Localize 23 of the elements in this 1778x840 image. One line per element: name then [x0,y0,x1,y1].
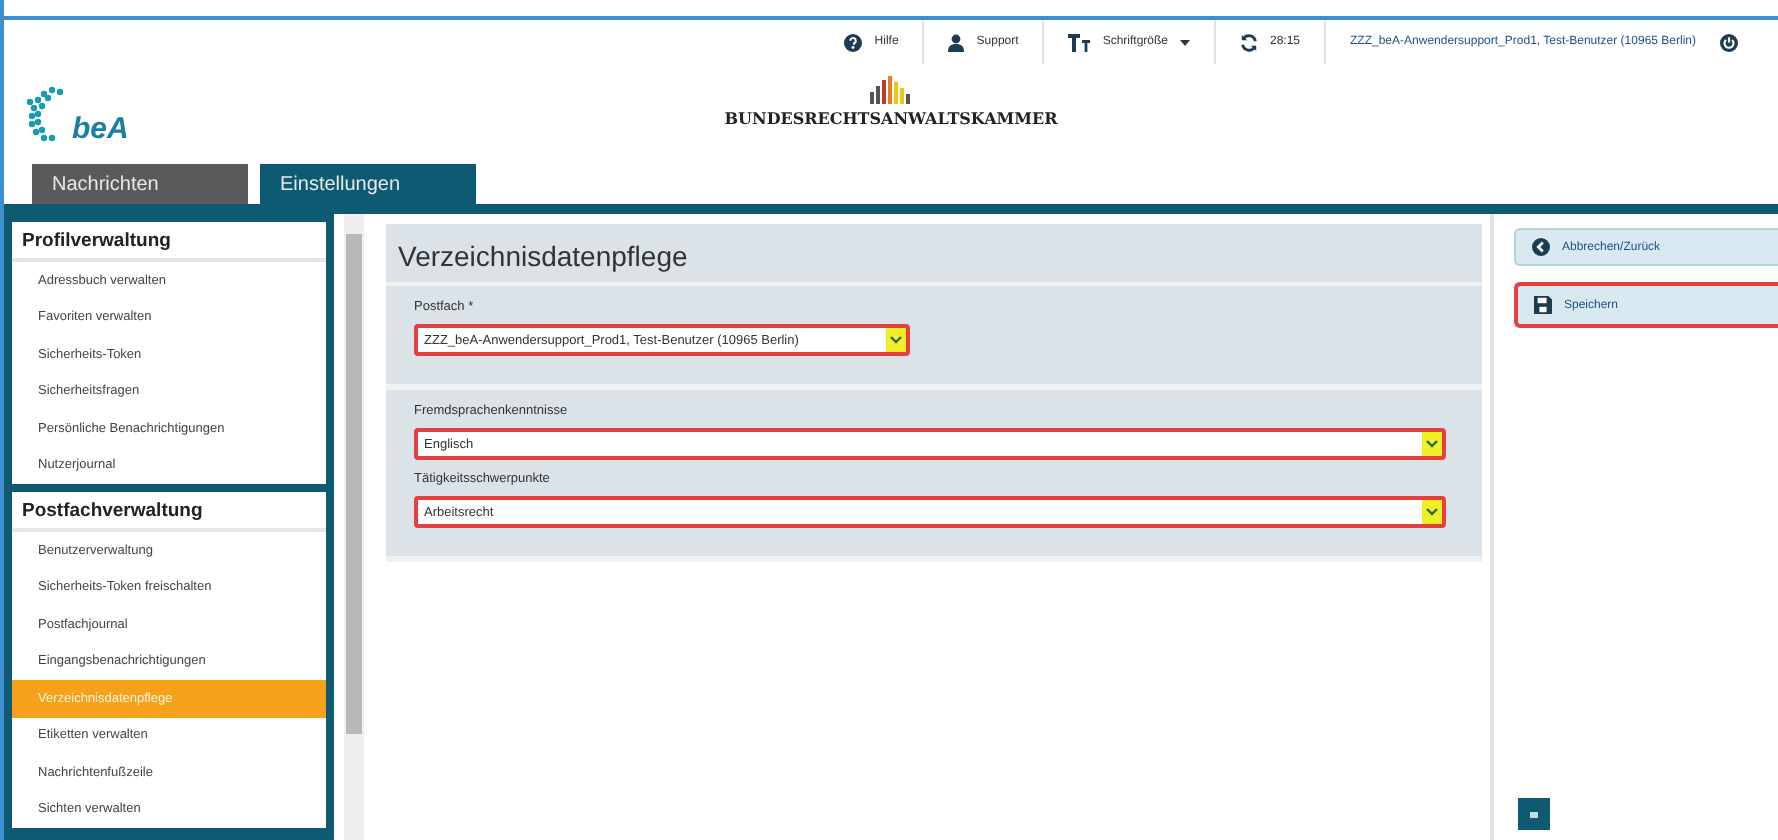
chevron-icon [1426,440,1438,448]
nav-tab[interactable]: Einstellungen [260,164,476,204]
dots-logo-icon [24,84,68,144]
menu-heading: Profilverwaltung [12,222,326,262]
organization-name: BUNDESRECHTSANWALTSKAMMER [724,108,1058,128]
bars-logo-icon [869,76,913,104]
collapse-button[interactable] [1518,798,1550,830]
font-size-icon [1068,33,1091,51]
scrollbar[interactable] [344,214,364,840]
page-title: Verzeichnisdatenpflege [386,224,1482,286]
back-icon [1532,238,1550,256]
logout-icon[interactable] [1720,33,1738,51]
square-icon [1530,811,1538,817]
user-icon [948,33,965,51]
chevron-icon [1426,508,1438,516]
menu-heading: Postfachverwaltung [12,492,326,532]
chevron-icon [890,336,902,344]
caret-icon [1180,39,1190,45]
logo-text: beA [72,114,129,144]
help-icon [844,33,863,51]
refresh-icon [1240,33,1258,51]
save-icon [1534,296,1552,314]
nav-tab[interactable]: Nachrichten [32,164,248,204]
